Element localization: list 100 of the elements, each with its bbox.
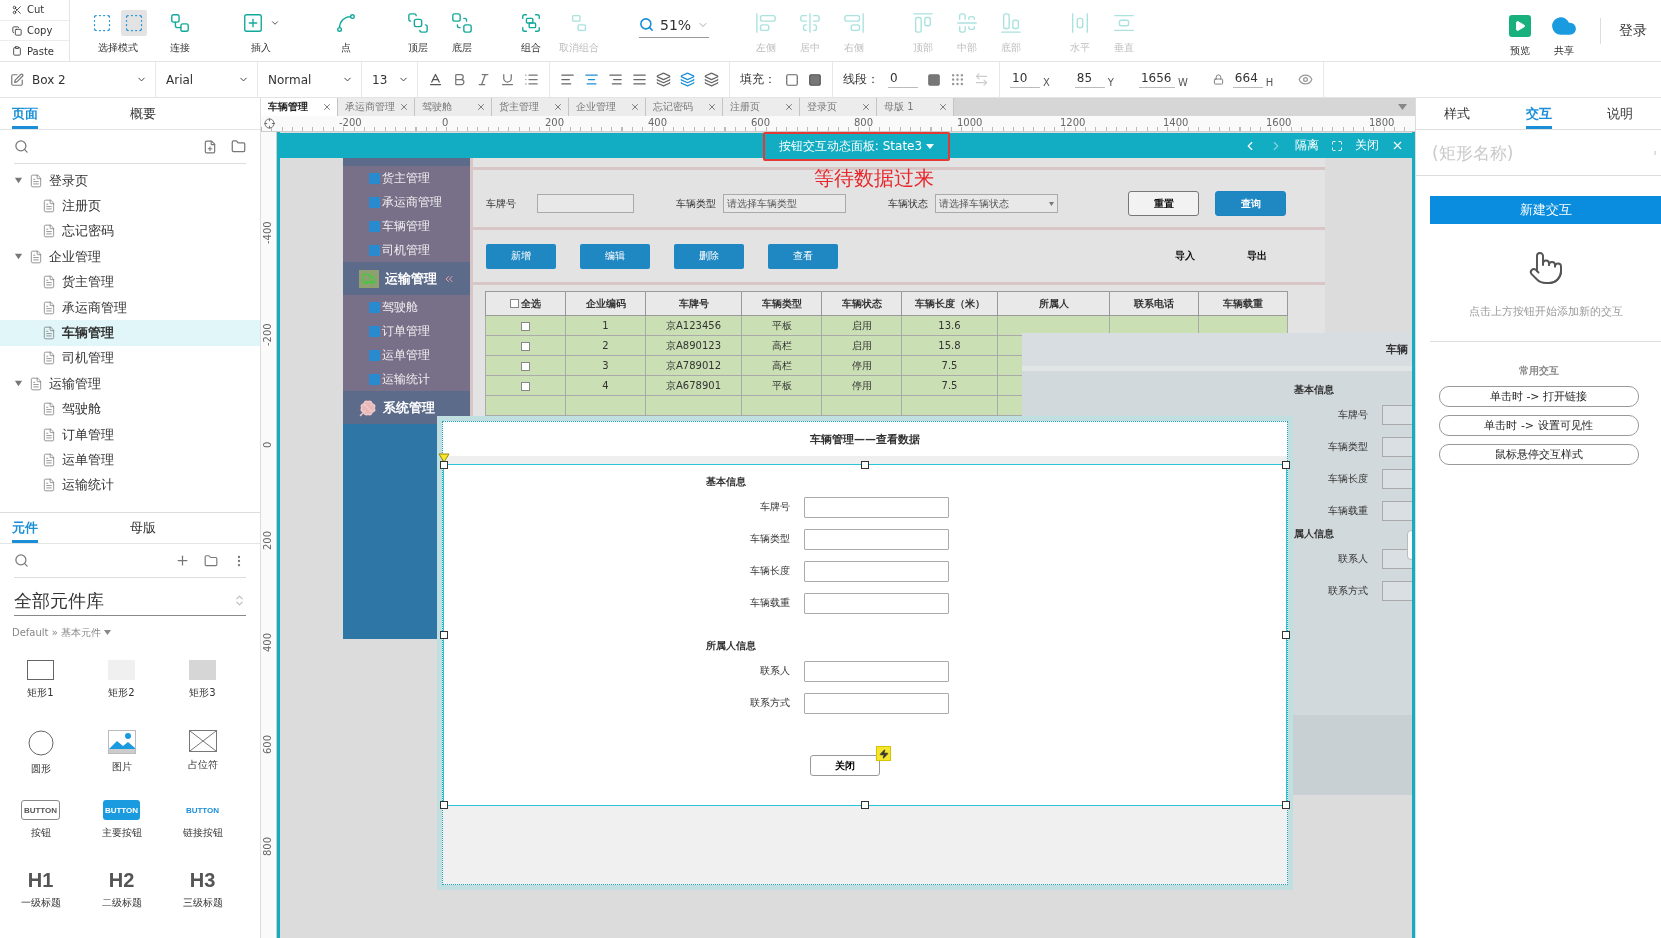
library-dropdown[interactable]: 全部元件库 bbox=[14, 586, 246, 617]
library-icon[interactable] bbox=[204, 553, 218, 568]
page-tree-item[interactable]: 运输统计 bbox=[0, 472, 260, 499]
italic-icon[interactable] bbox=[476, 72, 491, 87]
mock-button[interactable]: 重置 bbox=[1128, 191, 1199, 216]
page-tree-item[interactable]: 订单管理 bbox=[0, 421, 260, 448]
document-tab[interactable]: 忘记密码 bbox=[646, 98, 723, 116]
select-field[interactable]: 请选择车辆类型 bbox=[723, 194, 846, 213]
text-field[interactable] bbox=[804, 496, 949, 518]
panel-tab[interactable]: 概要 bbox=[130, 98, 248, 129]
document-tab[interactable]: 登录页 bbox=[800, 98, 877, 116]
page-tree-item[interactable]: 登录页 bbox=[0, 168, 260, 194]
search-icon[interactable] bbox=[14, 139, 29, 154]
mock-button[interactable]: 编辑 bbox=[580, 243, 650, 269]
close-icon[interactable] bbox=[322, 102, 332, 112]
close-icon[interactable] bbox=[938, 102, 948, 112]
mock-button[interactable]: 新增 bbox=[486, 243, 556, 269]
page-tree-item[interactable]: 驾驶舱 bbox=[0, 396, 260, 422]
document-tab[interactable]: 驾驶舱 bbox=[415, 98, 492, 116]
close-icon[interactable] bbox=[476, 102, 486, 112]
justify-icon[interactable] bbox=[632, 72, 647, 87]
new-interaction-button[interactable]: 新建交互 bbox=[1430, 196, 1661, 224]
close-icon[interactable] bbox=[630, 102, 640, 112]
align-right-icon[interactable] bbox=[608, 72, 623, 87]
text-field[interactable] bbox=[804, 560, 949, 582]
vertical-align-icon[interactable] bbox=[680, 72, 695, 87]
page-tree-item[interactable]: 车辆管理 bbox=[0, 320, 260, 346]
underline-icon[interactable] bbox=[500, 72, 515, 87]
pin-marker-icon[interactable] bbox=[438, 453, 450, 463]
share-button[interactable]: 共享 bbox=[1542, 3, 1586, 58]
inspector-tab[interactable]: 样式 bbox=[1416, 98, 1498, 129]
vertical-align-icon[interactable] bbox=[656, 72, 671, 87]
checkbox[interactable] bbox=[521, 361, 530, 371]
geometry-field[interactable]: 664 bbox=[1232, 71, 1263, 88]
caret-icon[interactable] bbox=[1398, 104, 1407, 110]
text-field[interactable] bbox=[804, 528, 949, 550]
preset-button[interactable]: 单击时 -> 打开链接 bbox=[1438, 386, 1639, 407]
font-dropdown[interactable]: Arial bbox=[156, 62, 258, 97]
preview-button[interactable]: 预览 bbox=[1498, 3, 1542, 58]
resize-handle[interactable] bbox=[440, 461, 448, 469]
input-field[interactable] bbox=[537, 194, 634, 213]
bold-icon[interactable] bbox=[452, 72, 467, 87]
page-tree-item[interactable]: 注册页 bbox=[0, 193, 260, 219]
document-tab[interactable]: 企业管理 bbox=[569, 98, 646, 116]
close-icon[interactable] bbox=[861, 102, 871, 112]
mock-button[interactable]: 查看 bbox=[768, 243, 838, 269]
mock-button[interactable]: 删除 bbox=[674, 243, 744, 269]
toolbar-button[interactable]: 连接 bbox=[158, 0, 202, 61]
page-tree-item[interactable]: 承运商管理 bbox=[0, 294, 260, 321]
preset-button[interactable]: 鼠标悬停交互样式 bbox=[1438, 444, 1639, 465]
close-icon[interactable] bbox=[1391, 139, 1404, 152]
document-tab[interactable]: 注册页 bbox=[723, 98, 800, 116]
search-icon[interactable] bbox=[14, 553, 29, 569]
close-icon[interactable] bbox=[707, 102, 717, 112]
resize-handle[interactable] bbox=[1282, 461, 1290, 469]
page-tree-item[interactable]: 运单管理 bbox=[0, 447, 260, 473]
weight-dropdown[interactable]: Normal bbox=[258, 62, 362, 97]
stroke-width-field[interactable]: 0 bbox=[888, 71, 918, 88]
select-field[interactable]: 请选择车辆状态 bbox=[935, 194, 1058, 213]
preset-button[interactable]: 单击时 -> 设置可见性 bbox=[1438, 415, 1639, 436]
page-tree-item[interactable]: 货主管理 bbox=[0, 269, 260, 295]
close-icon[interactable] bbox=[553, 102, 563, 112]
geometry-field[interactable]: 1656 bbox=[1138, 71, 1175, 88]
page-tree-item[interactable]: 忘记密码 bbox=[0, 218, 260, 245]
document-tab[interactable]: 货主管理 bbox=[492, 98, 569, 116]
plus-icon[interactable] bbox=[175, 553, 190, 569]
clipboard-button[interactable]: Cut bbox=[0, 0, 69, 21]
inspector-tab[interactable]: 说明 bbox=[1579, 98, 1661, 129]
panel-tab[interactable]: 元件 bbox=[12, 513, 130, 544]
close-button[interactable]: 关闭 bbox=[810, 755, 880, 776]
checkbox[interactable] bbox=[521, 381, 530, 391]
add-page-icon[interactable] bbox=[203, 139, 217, 154]
panel-tab[interactable]: 页面 bbox=[12, 98, 130, 129]
eye-icon[interactable] bbox=[1298, 72, 1314, 87]
stroke-color-swatch[interactable] bbox=[927, 72, 941, 87]
clipboard-button[interactable]: Paste bbox=[0, 41, 69, 61]
page-tree-item[interactable]: 企业管理 bbox=[0, 244, 260, 270]
lock-icon[interactable] bbox=[1212, 74, 1224, 85]
document-tab[interactable]: 承运商管理 bbox=[338, 98, 415, 116]
text-field[interactable] bbox=[804, 660, 949, 682]
vertical-align-icon[interactable] bbox=[704, 72, 719, 87]
selection-mode-tool[interactable]: 选择模式 bbox=[78, 0, 158, 61]
size-dropdown[interactable]: 13 bbox=[362, 62, 418, 97]
mock-link[interactable]: 导出 bbox=[1247, 249, 1267, 263]
toolbar-button[interactable]: 插入 bbox=[235, 0, 287, 61]
document-tab[interactable]: 母版 1 bbox=[877, 98, 954, 116]
page-tree-item[interactable]: 司机管理 bbox=[0, 345, 260, 372]
text-color-icon[interactable] bbox=[428, 72, 443, 87]
resize-handle[interactable] bbox=[1282, 631, 1290, 639]
clipboard-button[interactable]: Copy bbox=[0, 20, 69, 42]
zoom-field[interactable]: 51% bbox=[639, 14, 710, 38]
mock-link[interactable]: 导入 bbox=[1175, 249, 1195, 263]
dash-style-icon[interactable] bbox=[950, 72, 965, 87]
geometry-field[interactable]: 85 bbox=[1074, 71, 1105, 88]
geometry-field[interactable]: 10 bbox=[1010, 71, 1040, 88]
inspector-tab[interactable]: 交互 bbox=[1497, 98, 1580, 129]
toolbar-button[interactable]: 组合 bbox=[509, 0, 553, 61]
login-button[interactable]: 登录 bbox=[1619, 21, 1661, 40]
checkbox[interactable] bbox=[510, 299, 519, 308]
text-field[interactable] bbox=[804, 692, 949, 714]
